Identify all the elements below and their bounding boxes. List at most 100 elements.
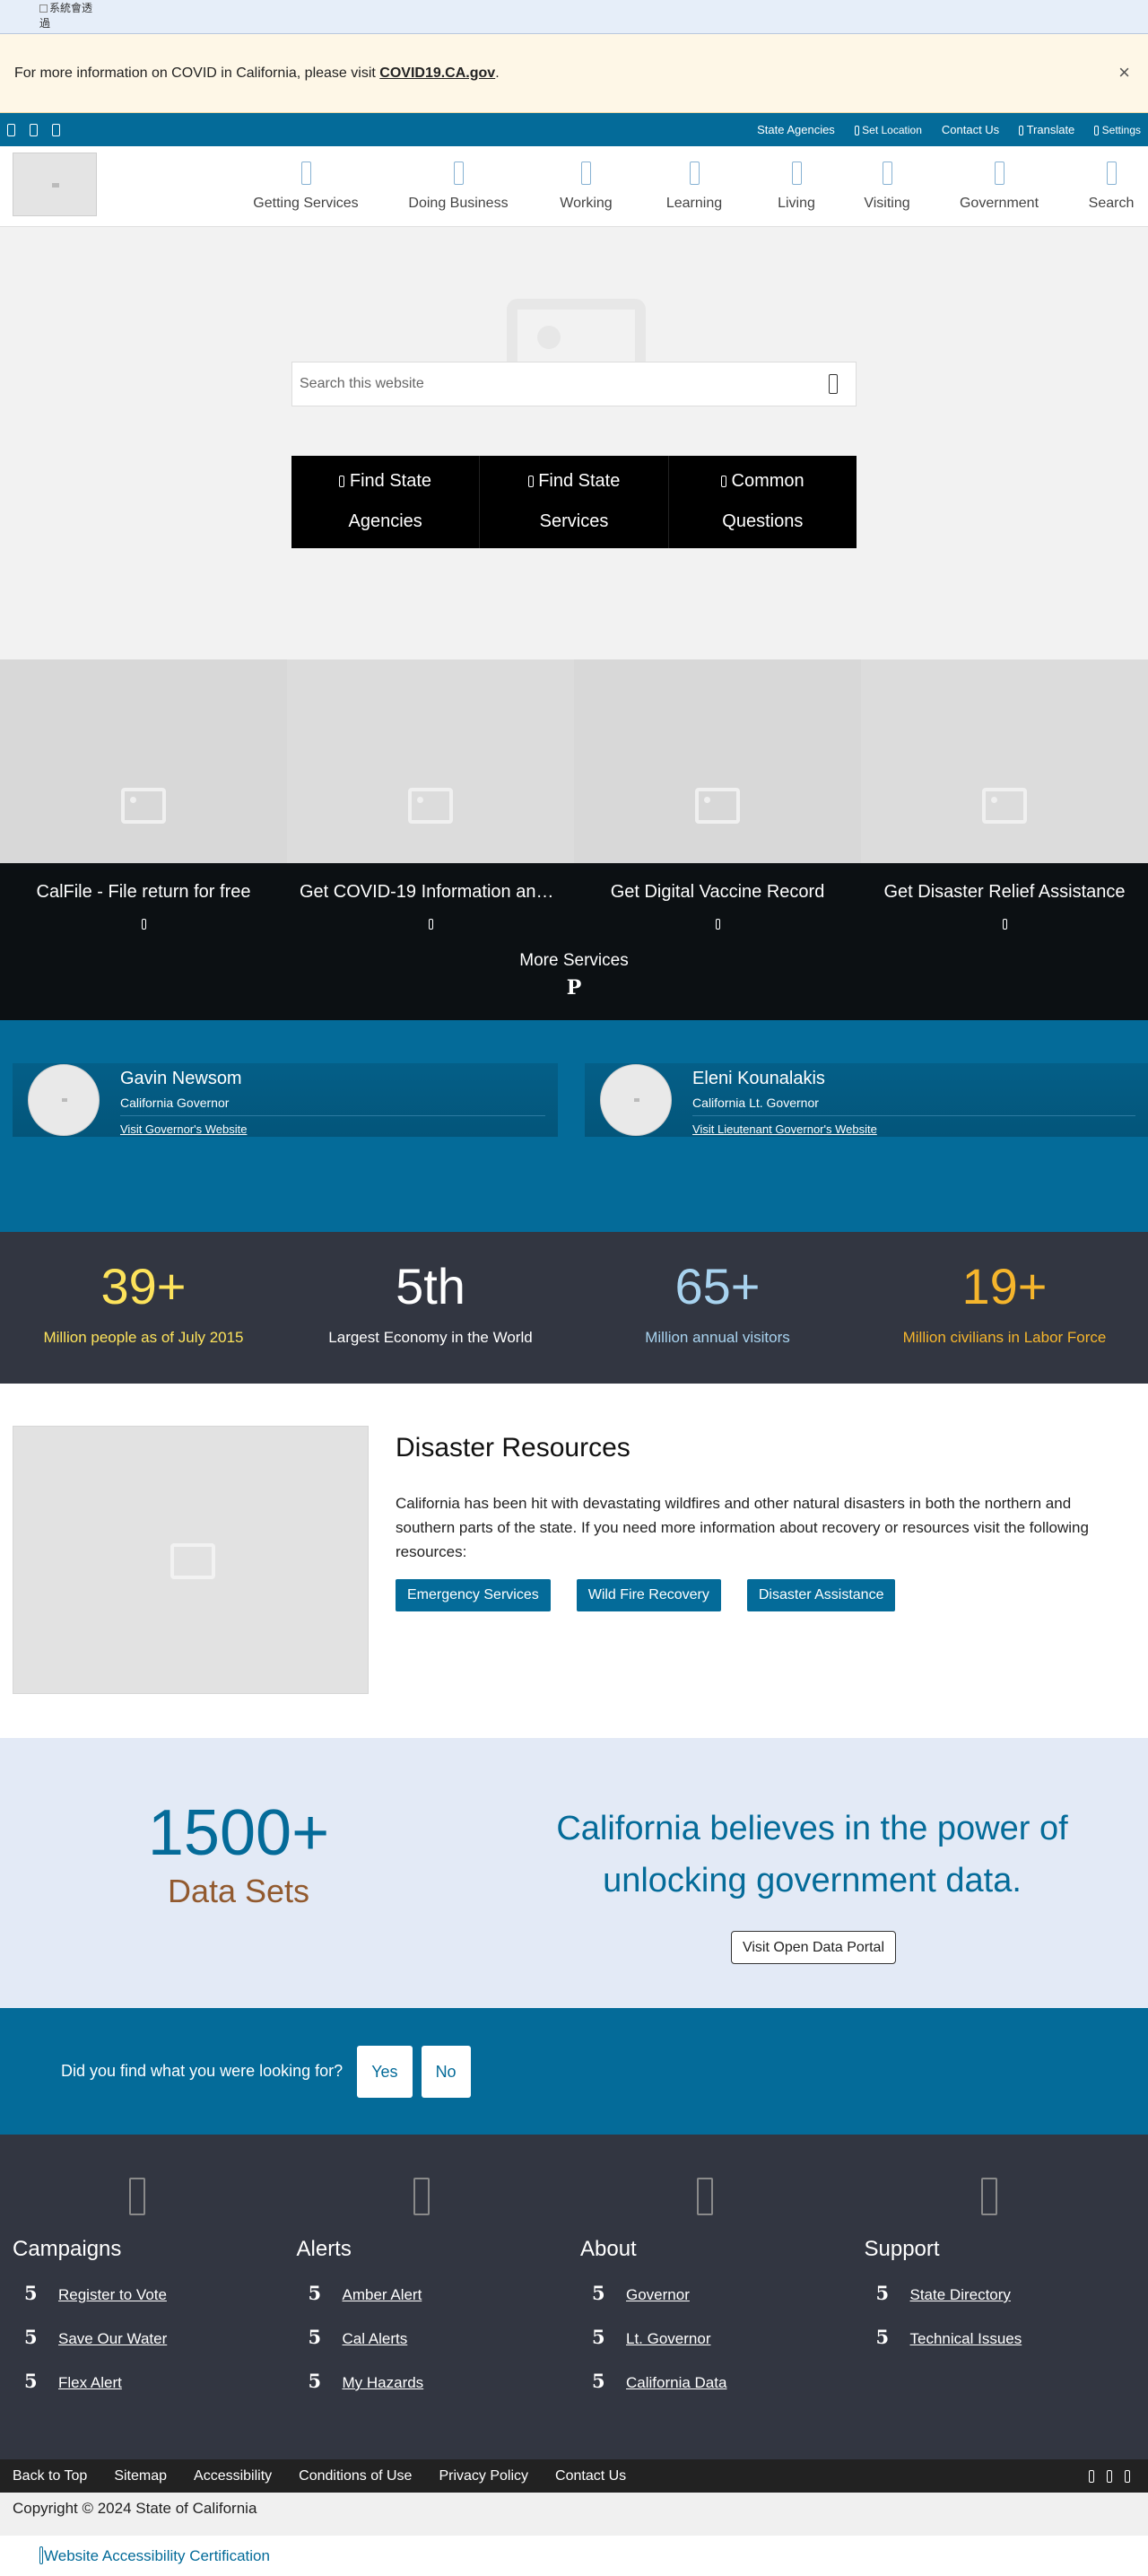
stat-economy: 5th Largest Economy in the World: [287, 1232, 574, 1384]
state-directory-link[interactable]: State Directory: [910, 2286, 1011, 2303]
flex-alert-link[interactable]: Flex Alert: [58, 2374, 122, 2391]
quick-links: Find State Agencies Find State Services Co…: [291, 456, 857, 548]
accessibility-link[interactable]: Accessibility: [194, 2468, 272, 2484]
service-image[interactable]: [287, 659, 574, 863]
contact-us-link[interactable]: Contact Us: [555, 2468, 626, 2484]
nav-living[interactable]: Living: [751, 161, 842, 212]
find-state-agencies-button[interactable]: Find State Agencies: [291, 456, 481, 548]
support-icon: [980, 2178, 997, 2215]
stat-population: 39+ Million people as of July 2015: [0, 1232, 287, 1384]
common-questions-button[interactable]: Common Questions: [669, 456, 857, 548]
service-vaccine-record[interactable]: Get Digital Vaccine Record: [574, 863, 861, 930]
accessibility-certification[interactable]: Website Accessibility Certification: [0, 2536, 1148, 2576]
image-placeholder-icon: [982, 788, 1027, 824]
nav-doing-business[interactable]: Doing Business: [382, 161, 535, 212]
open-data-portal-button[interactable]: Visit Open Data Portal: [731, 1931, 896, 1964]
official-title: California Governor: [120, 1096, 230, 1110]
nav-getting-services[interactable]: Getting Services: [230, 161, 382, 212]
lt-governor-link[interactable]: Lt. Governor: [626, 2330, 711, 2347]
no-button[interactable]: No: [421, 2045, 471, 2098]
list-item: 5 Cal Alerts: [309, 2326, 424, 2370]
settings-link[interactable]: Settings: [1094, 124, 1141, 136]
list-item: 5 Technical Issues: [876, 2326, 1022, 2370]
service-label: Get Digital Vaccine Record: [610, 882, 825, 902]
business-icon: [453, 161, 464, 185]
list-item: 5 Save Our Water: [24, 2326, 167, 2370]
my-hazards-link[interactable]: My Hazards: [343, 2374, 424, 2391]
nav-visiting[interactable]: Visiting: [842, 161, 932, 212]
section-body: California has been hit with devastating…: [396, 1495, 1089, 1560]
services-icon: [527, 476, 534, 488]
list-item: 5 Lt. Governor: [592, 2326, 726, 2370]
footer-campaigns: Campaigns 5 Register to Vote 5 Save Our Wa…: [13, 2135, 297, 2459]
facebook-icon[interactable]: [1089, 2469, 1094, 2483]
cal-alerts-link[interactable]: Cal Alerts: [343, 2330, 408, 2347]
governor-website-link[interactable]: Visit Governor's Website: [120, 1122, 247, 1136]
section-title: Disaster Resources: [396, 1433, 631, 1463]
service-image[interactable]: [0, 659, 287, 863]
conditions-of-use-link[interactable]: Conditions of Use: [299, 2468, 412, 2484]
back-to-top-link[interactable]: Back to Top: [13, 2468, 87, 2484]
set-location-link[interactable]: Set Location: [854, 124, 922, 136]
home-icon[interactable]: [7, 123, 15, 136]
avatar: [28, 1064, 100, 1136]
image-placeholder-icon: [170, 1543, 215, 1579]
nav-learning[interactable]: Learning: [638, 161, 751, 212]
sitemap-link[interactable]: Sitemap: [114, 2468, 167, 2484]
contact-us-link[interactable]: Contact Us: [942, 123, 999, 136]
nav-label: Visiting: [864, 195, 910, 211]
open-data-claim: California believes in the power of unlo…: [556, 1810, 1068, 1899]
yes-button[interactable]: Yes: [357, 2045, 413, 2098]
register-to-vote-link[interactable]: Register to Vote: [58, 2286, 167, 2303]
facebook-icon[interactable]: [52, 123, 60, 136]
translate-link[interactable]: Translate: [1019, 123, 1074, 136]
close-icon[interactable]: ×: [1118, 63, 1130, 83]
arrow-icon: [715, 919, 720, 930]
arrow-icon: [141, 919, 146, 930]
about-icon: [697, 2178, 713, 2215]
state-agencies-link[interactable]: State Agencies: [757, 123, 835, 136]
california-data-link[interactable]: California Data: [626, 2374, 726, 2391]
service-disaster-relief[interactable]: Get Disaster Relief Assistance: [861, 863, 1148, 930]
technical-issues-link[interactable]: Technical Issues: [910, 2330, 1022, 2347]
covid-link[interactable]: COVID19.CA.gov: [379, 65, 495, 81]
find-state-services-button[interactable]: Find State Services: [480, 456, 669, 548]
list-item: 5 Amber Alert: [309, 2282, 424, 2326]
list-item: 5 Governor: [592, 2282, 726, 2326]
search-input[interactable]: [300, 376, 811, 392]
wild-fire-recovery-button[interactable]: Wild Fire Recovery: [576, 1579, 721, 1611]
governor-card: Gavin Newsom California Governor Visit G…: [13, 1063, 559, 1137]
image-placeholder-icon: [121, 788, 166, 824]
quicklink-line1: Find State: [538, 471, 621, 491]
bullet-icon: 5: [24, 2370, 38, 2392]
service-calfile[interactable]: CalFile - File return for free: [0, 863, 287, 930]
more-services-link[interactable]: More Services P: [0, 951, 1148, 1000]
service-covid[interactable]: Get COVID-19 Information and Help: [287, 863, 574, 930]
nav-working[interactable]: Working: [535, 161, 638, 212]
bullet-icon: 5: [875, 2282, 890, 2304]
site-logo[interactable]: [13, 153, 97, 216]
email-icon[interactable]: [1125, 2469, 1130, 2483]
lt-governor-website-link[interactable]: Visit Lieutenant Governor's Website: [692, 1122, 877, 1136]
list-item: 5 State Directory: [876, 2282, 1022, 2326]
governor-link[interactable]: Governor: [626, 2286, 690, 2303]
privacy-policy-link[interactable]: Privacy Policy: [439, 2468, 528, 2484]
stat-number: 5th: [396, 1258, 465, 1314]
disaster-assistance-button[interactable]: Disaster Assistance: [746, 1579, 896, 1611]
list-item: 5 Register to Vote: [24, 2282, 167, 2326]
emergency-services-button[interactable]: Emergency Services: [396, 1579, 551, 1611]
footer-heading: Campaigns: [13, 2237, 122, 2261]
certification-icon: [39, 2546, 43, 2564]
stat-label: Million annual visitors: [645, 1329, 790, 1346]
service-image[interactable]: [861, 659, 1148, 863]
search-button[interactable]: [811, 374, 856, 394]
service-image[interactable]: [574, 659, 861, 863]
nav-search[interactable]: Search: [1066, 161, 1148, 212]
amber-alert-link[interactable]: Amber Alert: [343, 2286, 422, 2303]
gear-icon: [1094, 125, 1100, 135]
nav-government[interactable]: Government: [932, 161, 1066, 212]
footer: Campaigns 5 Register to Vote 5 Save Our Wa…: [0, 2135, 1148, 2459]
save-our-water-link[interactable]: Save Our Water: [58, 2330, 167, 2347]
twitter-icon[interactable]: [1107, 2469, 1112, 2483]
twitter-icon[interactable]: [30, 123, 38, 136]
